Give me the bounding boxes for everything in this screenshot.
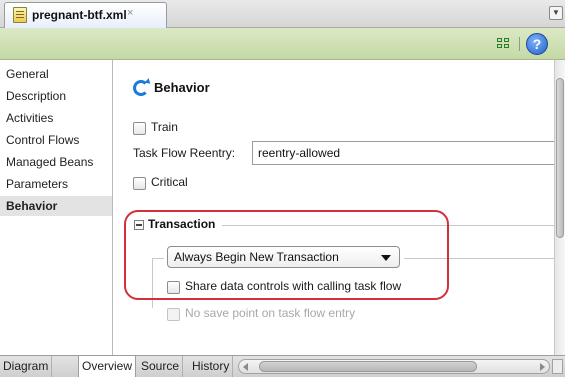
transaction-select-value: Always Begin New Transaction bbox=[174, 250, 339, 264]
close-icon[interactable]: × bbox=[127, 7, 133, 19]
tab-history[interactable]: History bbox=[189, 356, 234, 377]
editor-toolbar: ? bbox=[0, 28, 565, 60]
sidebar-item-managed-beans[interactable]: Managed Beans bbox=[6, 152, 93, 172]
group-border-top-left bbox=[152, 258, 164, 259]
no-save-point-label: No save point on task flow entry bbox=[185, 306, 356, 320]
editor-tab-title: pregnant-btf.xml bbox=[32, 8, 127, 22]
toolbar-separator bbox=[519, 37, 520, 51]
section-divider bbox=[222, 225, 554, 226]
group-border bbox=[152, 258, 153, 308]
reentry-label: Task Flow Reentry: bbox=[133, 146, 236, 160]
help-icon[interactable]: ? bbox=[526, 33, 548, 55]
bottom-tab-bar: Diagram Overview Source History bbox=[0, 355, 565, 377]
share-data-controls-label: Share data controls with calling task fl… bbox=[185, 279, 402, 293]
tab-diagram[interactable]: Diagram bbox=[0, 356, 53, 377]
editor-tab-strip: pregnant-btf.xml × ▼ bbox=[0, 0, 565, 28]
train-label: Train bbox=[151, 120, 178, 134]
share-data-controls-checkbox[interactable] bbox=[167, 281, 180, 294]
sidebar-item-activities[interactable]: Activities bbox=[6, 108, 53, 128]
sidebar-item-control-flows[interactable]: Control Flows bbox=[6, 130, 79, 150]
sidebar-item-description[interactable]: Description bbox=[6, 86, 66, 106]
sidebar-item-general[interactable]: General bbox=[6, 64, 49, 84]
no-save-point-checkbox bbox=[167, 308, 180, 321]
scroll-right-icon[interactable] bbox=[540, 363, 545, 371]
transaction-select[interactable]: Always Begin New Transaction bbox=[167, 246, 400, 268]
refresh-icon bbox=[133, 80, 149, 96]
xml-file-icon bbox=[13, 7, 27, 23]
behavior-panel: Behavior Train Task Flow Reentry: reentr… bbox=[114, 60, 554, 355]
structure-icon[interactable] bbox=[497, 38, 511, 50]
group-border-top-right bbox=[404, 258, 554, 259]
chevron-down-icon bbox=[381, 255, 391, 261]
sidebar-item-behavior[interactable]: Behavior bbox=[0, 196, 112, 216]
critical-label: Critical bbox=[151, 175, 188, 189]
editor-tab-pregnant-btf[interactable]: pregnant-btf.xml × bbox=[4, 2, 167, 28]
train-checkbox[interactable] bbox=[133, 122, 146, 135]
vertical-scroll-thumb[interactable] bbox=[556, 78, 564, 238]
horizontal-scroll-thumb[interactable] bbox=[259, 361, 477, 372]
sidebar-item-parameters[interactable]: Parameters bbox=[6, 174, 68, 194]
section-title: Behavior bbox=[154, 80, 210, 95]
horizontal-scrollbar[interactable] bbox=[238, 359, 550, 374]
collapse-icon[interactable] bbox=[134, 220, 144, 230]
tab-list-dropdown-icon[interactable]: ▼ bbox=[549, 6, 563, 20]
tab-overview[interactable]: Overview bbox=[78, 356, 137, 377]
critical-checkbox[interactable] bbox=[133, 177, 146, 190]
scroll-corner bbox=[552, 359, 563, 374]
task-flow-reentry-field[interactable]: reentry-allowed bbox=[252, 141, 554, 165]
scroll-left-icon[interactable] bbox=[243, 363, 248, 371]
transaction-header: Transaction bbox=[148, 217, 216, 231]
tab-source[interactable]: Source bbox=[138, 356, 184, 377]
category-list: General Description Activities Control F… bbox=[0, 60, 113, 355]
vertical-scrollbar[interactable] bbox=[554, 60, 565, 355]
